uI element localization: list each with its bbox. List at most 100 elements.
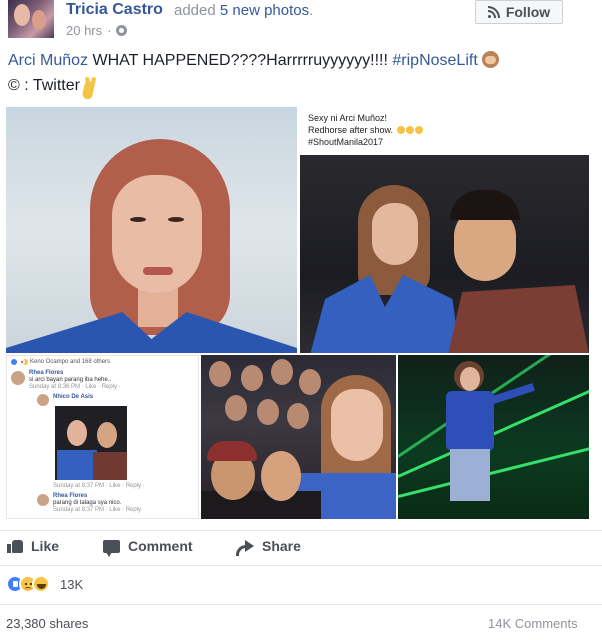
divider xyxy=(0,530,602,531)
love-reaction-icon xyxy=(19,359,25,365)
crowd-face xyxy=(257,399,279,425)
post-timestamp[interactable]: 20 hrs xyxy=(66,23,102,38)
photo-neck xyxy=(138,287,178,327)
haha-reaction-icon xyxy=(32,575,50,593)
comment-text: parang di talaga sya nico. xyxy=(53,500,122,506)
post-action-text: added 5 new photos. xyxy=(174,2,313,19)
photo-eye xyxy=(130,217,146,222)
like-reaction-icon xyxy=(11,359,17,365)
avatar-figure xyxy=(14,4,30,26)
man-cap xyxy=(207,441,257,461)
author-name-link[interactable]: Tricia Castro xyxy=(66,1,163,19)
share-button[interactable]: Share xyxy=(236,538,301,556)
photo-blazer xyxy=(57,450,97,480)
avatar-figure xyxy=(32,10,46,30)
globe-icon[interactable] xyxy=(116,25,128,36)
laugh-emoji-icon xyxy=(414,126,423,134)
share-label: Share xyxy=(262,538,301,554)
post-actions-bar: Like Comment Share xyxy=(0,534,602,564)
separator-dot: · xyxy=(107,23,112,38)
photo-face xyxy=(112,175,202,293)
woman-face xyxy=(372,203,418,265)
crowd-face xyxy=(241,365,263,391)
photo-face xyxy=(67,420,87,446)
follow-button[interactable]: Follow xyxy=(475,0,563,24)
reaction-icons xyxy=(6,575,54,593)
commenter-avatar xyxy=(11,371,25,385)
comment-time: Sunday at 8:37 PM · Like · Reply xyxy=(53,507,142,513)
tweet-screenshot: Sexy ni Arci Muñoz! Redhorse after show.… xyxy=(300,107,589,155)
shares-count-link[interactable]: 23,380 shares xyxy=(6,616,88,631)
performer-blazer xyxy=(446,391,494,451)
photo-4-group-selfie[interactable] xyxy=(201,355,396,519)
comment-photo xyxy=(55,406,127,480)
comment: Rhea Flores si arci bayan parang iba heh… xyxy=(29,370,121,391)
comment-time: Sunday at 8:37 PM · Like · Reply · xyxy=(53,483,145,489)
comment-author: Rhea Flores xyxy=(29,370,64,376)
follow-label: Follow xyxy=(505,4,551,20)
post-caption: Arci Muñoz WHAT HAPPENED????Harrrrruyyyy… xyxy=(8,51,500,70)
laugh-emoji-icon xyxy=(396,126,405,134)
source-text: ©︎ : Twitter xyxy=(8,77,80,94)
dark-clothing xyxy=(201,491,321,519)
comment-author: Rhea Flores xyxy=(53,493,88,499)
performer-face xyxy=(460,367,480,391)
comment-text: si arci bayan parang iba hehe.. xyxy=(29,377,112,383)
crowd-face xyxy=(287,403,309,429)
photo-lips xyxy=(143,267,173,275)
stage-laser xyxy=(398,444,589,498)
woman-face xyxy=(331,389,383,461)
comment-label: Comment xyxy=(128,538,193,554)
tweet-line: Redhorse after show. xyxy=(308,124,589,136)
share-arrow-icon xyxy=(236,539,254,556)
hashtag-link[interactable]: #ripNoseLift xyxy=(392,52,477,69)
comment: Sunday at 8:37 PM · Like · Reply · xyxy=(53,483,145,490)
divider xyxy=(0,565,602,566)
performer-jeans xyxy=(450,449,490,501)
commenter-avatar xyxy=(37,394,49,406)
comment-button[interactable]: Comment xyxy=(103,538,193,557)
divider xyxy=(0,604,602,605)
action-prefix: added xyxy=(174,2,216,19)
see-no-evil-monkey-emoji-icon xyxy=(482,51,500,68)
speech-bubble-icon xyxy=(103,539,120,557)
comment-time: Sunday at 8:36 PM · Like · Reply · xyxy=(29,384,121,390)
like-label: Like xyxy=(31,538,60,554)
photo-3-comment-screenshot[interactable]: Keno Ocampo and 168 others Rhea Flores s… xyxy=(6,355,199,519)
photo-shirt xyxy=(93,452,127,480)
like-button[interactable]: Like xyxy=(7,538,59,554)
tweet-line-text: Redhorse after show. xyxy=(308,125,394,135)
comment: Rhea Flores parang di talaga sya nico. S… xyxy=(53,493,141,514)
crowd-face xyxy=(271,359,293,385)
photo-1-portrait[interactable] xyxy=(6,107,297,353)
mention-link[interactable]: Arci Muñoz xyxy=(8,52,88,69)
reaction-line: Keno Ocampo and 168 others xyxy=(30,359,111,365)
crowd-face xyxy=(299,369,321,395)
photo-face xyxy=(97,422,117,448)
comments-count-link[interactable]: 14K Comments xyxy=(488,616,578,631)
tweet-hashtag: #ShoutManila2017 xyxy=(308,137,384,147)
new-photos-link[interactable]: 5 new photos xyxy=(220,2,309,19)
man-shirt xyxy=(448,285,589,353)
laugh-emoji-icon xyxy=(405,126,414,134)
commenter-avatar xyxy=(37,494,49,506)
comment-author: Nhico De Asis xyxy=(53,394,94,400)
rss-icon xyxy=(487,6,500,18)
selfie-scene xyxy=(300,155,589,353)
reaction-summary-bar[interactable]: 13K xyxy=(6,575,83,593)
photo-2-tweet-selfie[interactable]: Sexy ni Arci Muñoz! Redhorse after show.… xyxy=(300,107,589,353)
thumbs-up-icon xyxy=(7,539,23,553)
action-suffix: . xyxy=(309,2,314,19)
reaction-summary: Keno Ocampo and 168 others xyxy=(11,359,110,365)
caption-text: WHAT HAPPENED????Harrrrruyyyyyy!!!! xyxy=(88,52,393,69)
post-header: Tricia Castro added 5 new photos. 20 hrs… xyxy=(0,0,602,44)
post-meta: 20 hrs · xyxy=(66,23,128,38)
photo-5-stage-performance[interactable] xyxy=(398,355,589,519)
crowd-face xyxy=(209,361,231,387)
post-source: ©︎ : Twitter xyxy=(8,77,98,95)
man-hair xyxy=(450,190,520,220)
victory-hand-emoji-icon xyxy=(84,77,98,95)
tweet-line: Sexy ni Arci Muñoz! xyxy=(308,113,388,123)
author-avatar[interactable] xyxy=(8,0,54,38)
comment: Nhico De Asis xyxy=(53,394,93,401)
